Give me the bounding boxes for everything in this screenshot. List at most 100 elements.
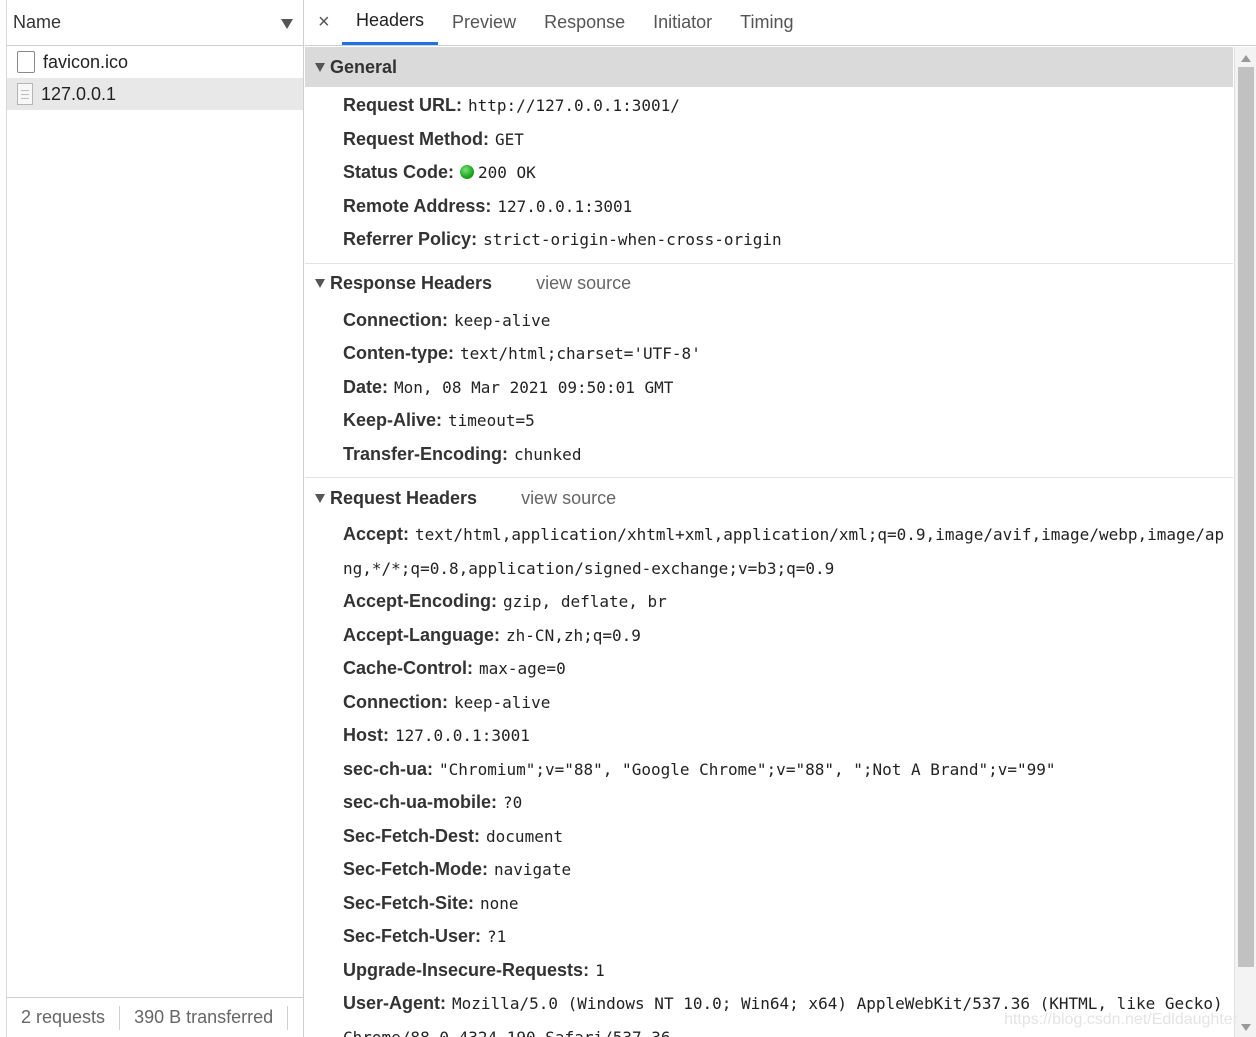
scroll-up-arrow-icon[interactable] [1241, 55, 1251, 62]
header-value: GET [495, 129, 524, 149]
header-value: none [480, 893, 519, 913]
header-key: Keep-Alive: [343, 410, 443, 430]
header-row: sec-ch-ua: "Chromium";v="88", "Google Chr… [305, 753, 1233, 787]
header-row: Upgrade-Insecure-Requests: 1 [305, 954, 1233, 988]
file-icon [17, 51, 35, 73]
header-key: Connection: [343, 691, 448, 712]
general-section-header[interactable]: General [305, 47, 1233, 87]
header-key: Referrer Policy: [343, 229, 478, 249]
header-key: Sec-Fetch-User: [343, 926, 482, 946]
header-value: max-age=0 [479, 659, 566, 678]
header-key: Sec-Fetch-Dest: [343, 825, 481, 846]
status-ok-icon [460, 165, 475, 179]
request-list-panel: Name favicon.ico 127.0.0.1 2 requests 39… [6, 0, 304, 1037]
header-value: gzip, deflate, br [503, 592, 667, 611]
vertical-scrollbar[interactable] [1234, 47, 1256, 1037]
request-detail-panel: × Headers Preview Response Initiator Tim… [305, 0, 1256, 1037]
view-source-link[interactable]: view source [536, 273, 631, 294]
detail-tab-bar: × Headers Preview Response Initiator Tim… [305, 0, 1256, 46]
header-value: ?0 [503, 793, 523, 812]
section-title: Request Headers [330, 487, 478, 508]
document-icon [17, 83, 33, 105]
header-value: text/html,application/xhtml+xml,applicat… [343, 525, 1225, 578]
triangle-down-icon [315, 493, 325, 503]
header-row: Conten-type: text/html;charset='UTF-8' [305, 337, 1233, 371]
triangle-down-icon [315, 279, 325, 288]
request-headers-section: Request Headers view source Accept: text/… [305, 478, 1233, 1037]
headers-content: General Request URL: http://127.0.0.1:300… [305, 47, 1233, 1037]
header-key: Request Method: [343, 128, 489, 149]
close-icon[interactable]: × [318, 11, 330, 34]
tab-preview[interactable]: Preview [438, 0, 530, 45]
request-row-document[interactable]: 127.0.0.1 [7, 78, 303, 110]
header-row: Sec-Fetch-Site: none [305, 887, 1233, 921]
header-value: chunked [514, 444, 582, 464]
header-key: Date: [343, 376, 389, 397]
header-value: "Chromium";v="88", "Google Chrome";v="88… [439, 759, 1056, 779]
header-value: strict-origin-when-cross-origin [483, 230, 782, 249]
tab-initiator[interactable]: Initiator [639, 0, 726, 45]
scroll-down-arrow-icon[interactable] [1241, 1024, 1251, 1031]
tab-response[interactable]: Response [530, 0, 639, 45]
header-row: Sec-Fetch-User: ?1 [305, 920, 1233, 954]
request-name: 127.0.0.1 [41, 83, 117, 104]
transferred-size: 390 B transferred [120, 1005, 289, 1030]
tab-timing[interactable]: Timing [726, 0, 807, 45]
header-value: ?1 [487, 927, 507, 946]
header-value: 127.0.0.1:3001 [395, 726, 530, 745]
header-key: Remote Address: [343, 195, 492, 216]
header-value: timeout=5 [448, 411, 535, 430]
header-row: Date: Mon, 08 Mar 2021 09:50:01 GMT [305, 371, 1233, 405]
response-headers-section-header[interactable]: Response Headers view source [305, 264, 1233, 304]
name-column-header[interactable]: Name [7, 0, 303, 46]
scrollbar-thumb[interactable] [1238, 67, 1254, 967]
header-row: Cache-Control: max-age=0 [305, 652, 1233, 686]
header-key: Conten-type: [343, 343, 454, 363]
header-row: Accept-Encoding: gzip, deflate, br [305, 585, 1233, 619]
header-row: Transfer-Encoding: chunked [305, 438, 1233, 472]
header-value: keep-alive [454, 310, 551, 330]
header-value: http://127.0.0.1:3001/ [468, 96, 680, 115]
header-value: 1 [595, 960, 605, 980]
header-row: Remote Address: 127.0.0.1:3001 [305, 190, 1233, 224]
header-key: Connection: [343, 309, 448, 330]
header-value: Mon, 08 Mar 2021 09:50:01 GMT [394, 377, 674, 397]
header-row: Host: 127.0.0.1:3001 [305, 719, 1233, 753]
view-source-link[interactable]: view source [521, 488, 616, 509]
header-row: Request URL: http://127.0.0.1:3001/ [305, 89, 1233, 123]
watermark-text: https://blog.csdn.net/Edldaughter [1004, 1011, 1238, 1028]
header-row: Referrer Policy: strict-origin-when-cross… [305, 223, 1233, 257]
sort-down-icon[interactable] [281, 19, 293, 29]
header-row: Sec-Fetch-Dest: document [305, 820, 1233, 854]
header-key: User-Agent: [343, 993, 447, 1013]
header-key: Sec-Fetch-Mode: [343, 859, 489, 879]
general-section: General Request URL: http://127.0.0.1:300… [305, 47, 1233, 264]
header-key: Host: [343, 725, 389, 745]
header-row: Status Code: 200 OK [305, 156, 1233, 190]
requests-count: 2 requests [7, 1005, 121, 1030]
request-headers-section-header[interactable]: Request Headers view source [305, 478, 1233, 518]
header-row: Keep-Alive: timeout=5 [305, 404, 1233, 438]
tab-headers[interactable]: Headers [342, 0, 439, 45]
header-key: Upgrade-Insecure-Requests: [343, 959, 590, 980]
header-value: keep-alive [454, 692, 551, 712]
header-row: Request Method: GET [305, 123, 1233, 157]
header-value: text/html;charset='UTF-8' [460, 344, 701, 363]
section-title: Response Headers [330, 273, 493, 293]
header-value: 200 OK [478, 163, 536, 182]
header-row: sec-ch-ua-mobile: ?0 [305, 786, 1233, 820]
triangle-down-icon [315, 62, 325, 72]
header-key: sec-ch-ua-mobile: [343, 792, 498, 812]
header-value: navigate [494, 860, 572, 879]
header-key: Cache-Control: [343, 658, 473, 678]
header-key: Accept-Language: [343, 624, 501, 645]
summary-footer: 2 requests 390 B transferred [7, 997, 303, 1037]
response-headers-section: Response Headers view source Connection:… [305, 264, 1233, 478]
header-key: Request URL: [343, 95, 463, 115]
request-name: favicon.ico [43, 51, 129, 72]
request-row-favicon[interactable]: favicon.ico [7, 46, 303, 78]
header-row: Accept: text/html,application/xhtml+xml,a… [305, 518, 1233, 585]
header-key: Transfer-Encoding: [343, 443, 509, 464]
header-row: Accept-Language: zh-CN,zh;q=0.9 [305, 619, 1233, 653]
header-key: Accept-Encoding: [343, 591, 498, 611]
